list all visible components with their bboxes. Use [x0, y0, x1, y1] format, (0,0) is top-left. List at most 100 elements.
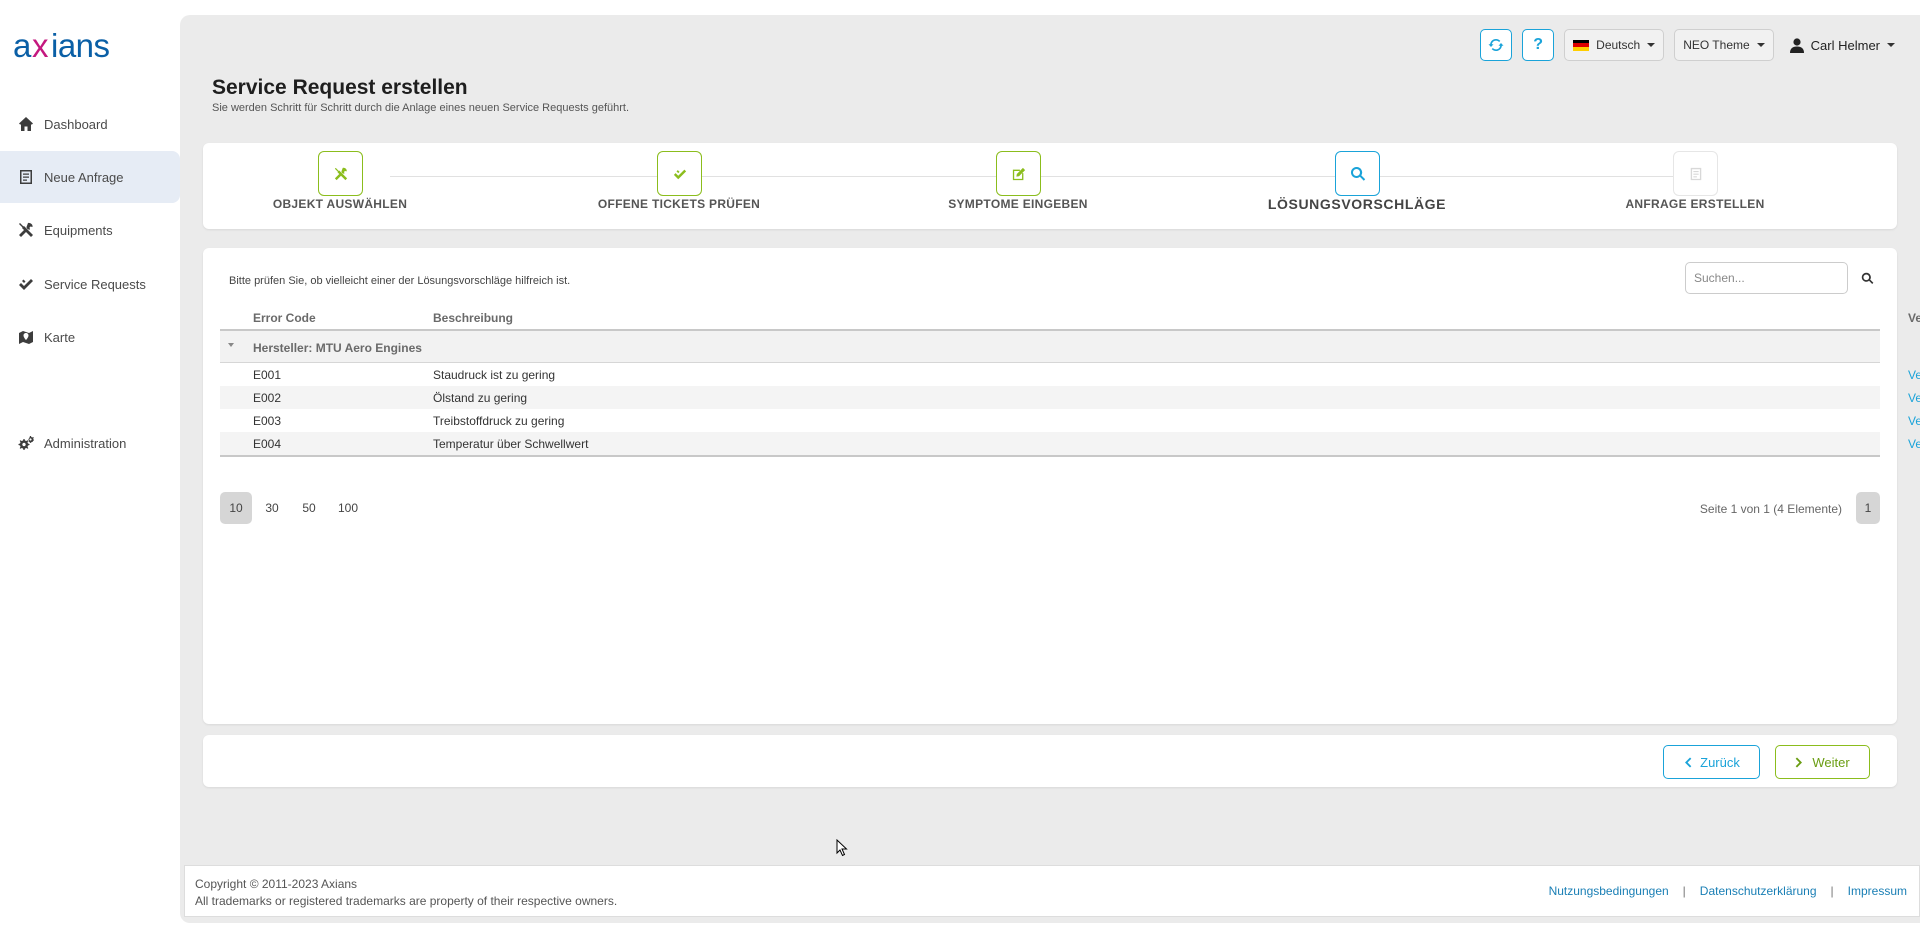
terms-link[interactable]: Nutzungsbedingungen: [1549, 884, 1669, 898]
page-size-50[interactable]: 50: [297, 492, 321, 524]
theme-value: NEO Theme: [1683, 38, 1750, 52]
sidebar-item-label: Equipments: [44, 222, 113, 238]
axians-logo[interactable]: a x ians: [13, 27, 169, 66]
search-button[interactable]: [1857, 268, 1877, 288]
chevron-down-icon: [1887, 43, 1895, 47]
error-code-cell: E002: [253, 391, 282, 405]
collapse-caret-icon[interactable]: [228, 343, 234, 347]
link-cell[interactable]: Verknüpfung: [1908, 368, 1920, 382]
description-cell: Temperatur über Schwellwert: [433, 437, 589, 451]
table-row[interactable]: E003 Treibstoffdruck zu gering Verknüpfu…: [220, 409, 1920, 432]
description-cell: Ölstand zu gering: [433, 391, 528, 405]
table-row[interactable]: E004 Temperatur über Schwellwert Verknüp…: [220, 432, 1920, 455]
chevron-left-icon: [1685, 757, 1692, 767]
pager: 10 30 50 100 Seite 1 von 1 (4 Elemente) …: [220, 492, 1880, 524]
page-info: Seite 1 von 1 (4 Elemente): [1699, 502, 1842, 516]
sidebar-item-dashboard[interactable]: Dashboard: [0, 98, 180, 150]
help-button[interactable]: ?: [1522, 29, 1555, 61]
column-header-verknuepfung[interactable]: Verknüpfung: [1908, 311, 1920, 325]
sidebar-item-label: Neue Anfrage: [44, 169, 124, 185]
link-cell[interactable]: Verknüpfung: [1908, 391, 1920, 405]
imprint-link[interactable]: Impressum: [1848, 884, 1907, 898]
column-header-error-code[interactable]: Error Code: [253, 311, 316, 325]
privacy-link[interactable]: Datenschutzerklärung: [1700, 884, 1817, 898]
table-row[interactable]: E001 Staudruck ist zu gering Verknüpfung: [220, 363, 1920, 386]
step-label: ANFRAGE ERSTELLEN: [1625, 197, 1765, 211]
help-icon: ?: [1533, 36, 1544, 53]
sidebar-item-karte[interactable]: Karte: [0, 311, 180, 363]
copyright-text: Copyright © 2011-2023 Axians: [195, 877, 358, 891]
footer-links: Nutzungsbedingungen | Datenschutzerkläru…: [1549, 884, 1907, 898]
group-row[interactable]: Hersteller: MTU Aero Engines: [220, 331, 1880, 363]
sidebar-item-administration[interactable]: Administration: [0, 417, 180, 469]
trademarks-text: All trademarks or registered trademarks …: [195, 894, 618, 908]
table-body: E001 Staudruck ist zu gering Verknüpfung…: [220, 363, 1920, 457]
error-code-cell: E003: [253, 414, 282, 428]
table-row[interactable]: E002 Ölstand zu gering Verknüpfung: [220, 386, 1920, 409]
axians-logo-image: a x ians: [13, 27, 110, 64]
link-cell[interactable]: Verknüpfung: [1908, 437, 1920, 451]
chevron-down-icon: [1756, 43, 1765, 47]
step-icon-box: [996, 151, 1041, 196]
panel-hint: Bitte prüfen Sie, ob vielleicht einer de…: [229, 275, 571, 287]
page-size-100[interactable]: 100: [333, 492, 363, 524]
chevron-down-icon: [1647, 43, 1656, 47]
user-icon: [1789, 37, 1804, 53]
step-label: SYMPTOME EINGEBEN: [948, 197, 1088, 211]
sidebar-item-service-requests[interactable]: Service Requests: [0, 258, 180, 310]
description-cell: Treibstoffdruck zu gering: [433, 414, 565, 428]
form-icon: [1690, 167, 1701, 180]
sidebar-item-neue-anfrage[interactable]: Neue Anfrage: [0, 151, 180, 203]
footer-separator: |: [1682, 884, 1686, 898]
next-button[interactable]: Weiter: [1775, 745, 1870, 779]
step-icon-box: [1673, 151, 1718, 196]
description-cell: Staudruck ist zu gering: [433, 368, 556, 382]
page-title: Service Request erstellen: [212, 76, 468, 99]
page-size-30[interactable]: 30: [260, 492, 284, 524]
error-code-cell: E001: [253, 368, 282, 382]
search-input[interactable]: [1685, 262, 1848, 294]
back-button-label: Zurück: [1700, 754, 1740, 770]
footer-separator: |: [1830, 884, 1834, 898]
group-label: Hersteller: MTU Aero Engines: [253, 341, 422, 355]
theme-select[interactable]: NEO Theme: [1674, 29, 1774, 61]
table-header: Error Code Beschreibung Verknüpfung: [220, 306, 1920, 331]
check-icon: [673, 169, 686, 179]
error-code-cell: E004: [253, 437, 282, 451]
main-content: ? Deutsch NEO Theme Carl Helmer Service …: [180, 15, 1920, 923]
tools-icon: [18, 222, 34, 238]
form-icon: [18, 169, 34, 185]
wizard-stepper: OBJEKT AUSWÄHLEN OFFENE TICKETS PRÜFEN S…: [203, 143, 1897, 229]
user-name: Carl Helmer: [1810, 37, 1880, 53]
column-header-beschreibung[interactable]: Beschreibung: [433, 311, 513, 325]
footer-copyright: Copyright © 2011-2023 Axians All tradema…: [195, 876, 617, 910]
search-icon: [1350, 166, 1365, 181]
step-label: LÖSUNGSVORSCHLÄGE: [1267, 196, 1447, 212]
stepper-line: [390, 176, 1710, 177]
map-icon: [18, 329, 34, 345]
step-label: OBJEKT AUSWÄHLEN: [272, 197, 408, 211]
refresh-button[interactable]: [1480, 29, 1513, 61]
sidebar-item-label: Dashboard: [44, 116, 108, 132]
step-icon-box: [318, 151, 363, 196]
solutions-panel: Bitte prüfen Sie, ob vielleicht einer de…: [203, 248, 1920, 724]
checks-icon: [18, 276, 34, 292]
page-size-10[interactable]: 10: [220, 492, 252, 524]
search-icon: [1861, 272, 1873, 284]
language-select[interactable]: Deutsch: [1564, 29, 1665, 61]
tools-icon: [334, 167, 347, 180]
top-toolbar: ? Deutsch NEO Theme Carl Helmer: [1480, 28, 1895, 62]
page-number-1[interactable]: 1: [1856, 492, 1880, 524]
step-icon-box: [1335, 151, 1380, 196]
user-menu[interactable]: Carl Helmer: [1784, 38, 1895, 53]
back-button[interactable]: Zurück: [1663, 745, 1760, 779]
svg-text:x: x: [32, 30, 49, 64]
sidebar-item-label: Service Requests: [44, 276, 146, 292]
mouse-cursor-icon: [836, 839, 848, 857]
sidebar-item-equipments[interactable]: Equipments: [0, 204, 180, 256]
refresh-icon: [1488, 39, 1504, 51]
link-cell[interactable]: Verknüpfung: [1908, 414, 1920, 428]
german-flag-icon: [1573, 39, 1590, 51]
solutions-table: Error Code Beschreibung Verknüpfung Hers…: [220, 306, 1920, 457]
gears-icon: [18, 435, 34, 451]
